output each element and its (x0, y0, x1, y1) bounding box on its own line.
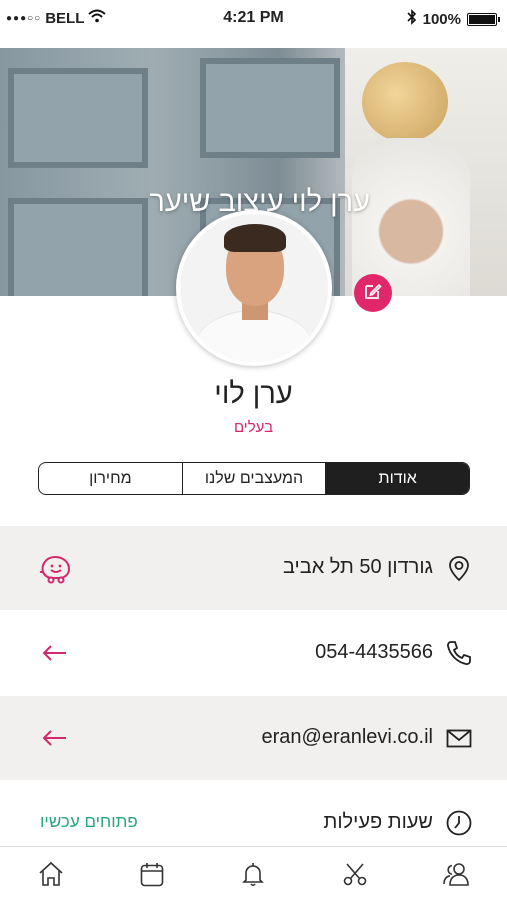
users-icon[interactable] (439, 857, 473, 891)
bell-icon[interactable] (236, 857, 270, 891)
battery-group: 100% (407, 9, 500, 29)
tab-price-list[interactable]: מחירון (39, 463, 182, 494)
scissors-icon[interactable] (338, 857, 372, 891)
address-text: גורדון 50 תל אביב (282, 556, 433, 578)
address-row[interactable]: גורדון 50 תל אביב (0, 526, 507, 610)
door-panel (8, 68, 148, 168)
phone-number: 054-4435566 (315, 641, 433, 663)
arrow-left-icon[interactable] (38, 637, 72, 669)
waze-icon[interactable] (38, 552, 72, 584)
hours-label: שעות פעילות (323, 811, 433, 833)
phone-row[interactable]: 054-4435566 (0, 611, 507, 695)
clock-icon (445, 809, 473, 837)
email-address: eran@eranlevi.co.il (261, 726, 434, 748)
calendar-icon[interactable] (135, 857, 169, 891)
location-pin-icon (445, 554, 473, 582)
battery-icon (467, 12, 500, 26)
edit-profile-button[interactable] (354, 274, 392, 312)
edit-icon (364, 282, 382, 305)
battery-percent: 100% (422, 10, 461, 28)
avatar[interactable] (176, 210, 332, 366)
phone-icon (445, 639, 473, 667)
bride-hair (362, 62, 448, 142)
arrow-left-icon[interactable] (38, 722, 72, 754)
profile-role: בעלים (233, 419, 274, 436)
bluetooth-icon (407, 9, 417, 29)
email-row[interactable]: eran@eranlevi.co.il (0, 696, 507, 780)
mail-icon (445, 724, 473, 752)
door-panel (8, 198, 148, 296)
door-panel (200, 58, 340, 158)
home-icon[interactable] (34, 857, 68, 891)
tab-our-stylists[interactable]: המעצבים שלנו (181, 463, 326, 494)
tab-about[interactable]: אודות (325, 463, 469, 494)
segment-tabs: מחירון המעצבים שלנו אודות (38, 462, 470, 495)
avatar-photo (180, 214, 328, 362)
bottom-tab-bar (0, 846, 507, 900)
open-now-status: פתוחים עכשיו (40, 812, 138, 831)
status-bar: ●●●○○ BELL 4:21 PM 100% (0, 0, 507, 38)
profile-name: ערן לוי (214, 378, 293, 410)
